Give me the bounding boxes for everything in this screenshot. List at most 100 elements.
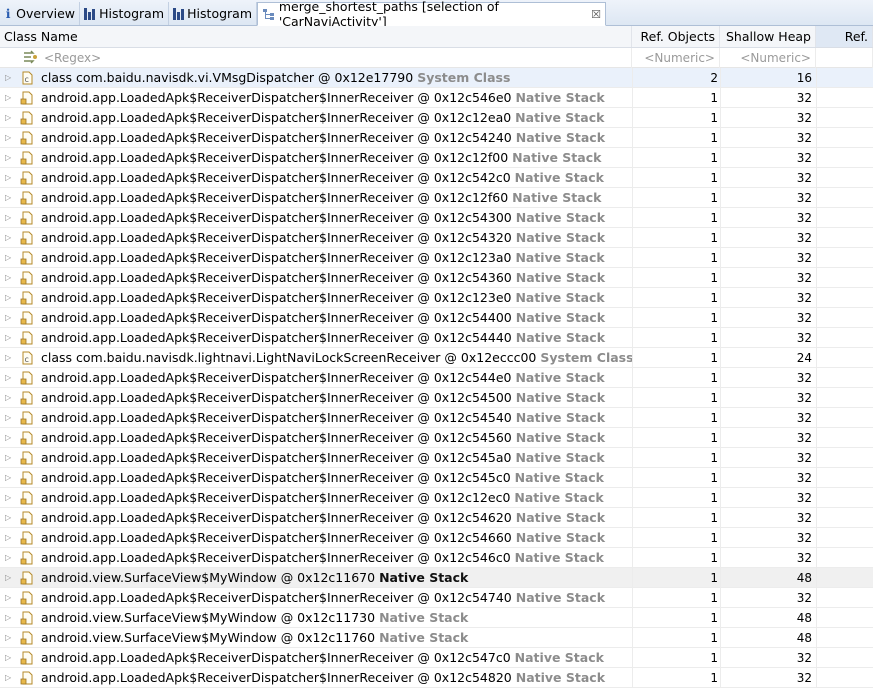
ref-objects-value: 1 bbox=[632, 408, 720, 427]
column-header-ref-shallow-heap[interactable]: Ref. bbox=[816, 26, 873, 47]
table-row[interactable]: ▷ android.app.LoadedApk$ReceiverDispatche… bbox=[0, 388, 873, 408]
column-header-class-name[interactable]: Class Name bbox=[0, 26, 632, 47]
table-row[interactable]: ▷ android.app.LoadedApk$ReceiverDispatche… bbox=[0, 488, 873, 508]
expand-arrow-icon[interactable]: ▷ bbox=[5, 328, 13, 348]
table-row[interactable]: ▷ android.app.LoadedApk$ReceiverDispatche… bbox=[0, 468, 873, 488]
object-name: android.app.LoadedApk$ReceiverDispatcher… bbox=[41, 328, 605, 348]
ref-objects-value: 1 bbox=[632, 368, 720, 387]
table-row[interactable]: ▷ android.app.LoadedApk$ReceiverDispatche… bbox=[0, 108, 873, 128]
table-row[interactable]: ▷ android.app.LoadedApk$ReceiverDispatche… bbox=[0, 328, 873, 348]
instance-object-icon bbox=[20, 291, 33, 305]
expand-arrow-icon[interactable]: ▷ bbox=[5, 228, 13, 248]
ref-shallow-filter-input[interactable] bbox=[816, 48, 873, 68]
instance-object-icon bbox=[20, 271, 33, 285]
table-row[interactable]: ▷ android.app.LoadedApk$ReceiverDispatche… bbox=[0, 548, 873, 568]
table-row[interactable]: ▷ android.app.LoadedApk$ReceiverDispatche… bbox=[0, 168, 873, 188]
table-row[interactable]: ▷ android.app.LoadedApk$ReceiverDispatche… bbox=[0, 588, 873, 608]
info-icon: i bbox=[5, 6, 11, 21]
expand-arrow-icon[interactable]: ▷ bbox=[5, 608, 13, 628]
expand-arrow-icon[interactable]: ▷ bbox=[5, 208, 13, 228]
expand-arrow-icon[interactable]: ▷ bbox=[5, 568, 13, 588]
ref-objects-value: 1 bbox=[632, 468, 720, 487]
expand-arrow-icon[interactable]: ▷ bbox=[5, 628, 13, 648]
expand-arrow-icon[interactable]: ▷ bbox=[5, 168, 13, 188]
ref-objects-filter-input[interactable]: <Numeric> bbox=[632, 48, 720, 68]
table-row[interactable]: ▷ android.app.LoadedApk$ReceiverDispatche… bbox=[0, 448, 873, 468]
expand-arrow-icon[interactable]: ▷ bbox=[5, 408, 13, 428]
expand-arrow-icon[interactable]: ▷ bbox=[5, 468, 13, 488]
close-tab-icon[interactable]: ☒ bbox=[591, 8, 601, 21]
expand-arrow-icon[interactable]: ▷ bbox=[5, 588, 13, 608]
column-header-ref-objects[interactable]: Ref. Objects bbox=[632, 26, 720, 47]
expand-arrow-icon[interactable]: ▷ bbox=[5, 88, 13, 108]
expand-arrow-icon[interactable]: ▷ bbox=[5, 668, 13, 688]
table-row[interactable]: ▷ android.app.LoadedApk$ReceiverDispatche… bbox=[0, 148, 873, 168]
shallow-heap-value: 32 bbox=[720, 268, 816, 287]
table-row[interactable]: ▷ android.app.LoadedApk$ReceiverDispatche… bbox=[0, 188, 873, 208]
tree-icon bbox=[262, 8, 275, 20]
column-header-shallow-heap[interactable]: Shallow Heap bbox=[720, 26, 816, 47]
expand-arrow-icon[interactable]: ▷ bbox=[5, 648, 13, 668]
table-row[interactable]: ▷ android.view.SurfaceView$MyWindow @ 0x1… bbox=[0, 608, 873, 628]
table-row[interactable]: ▷ android.app.LoadedApk$ReceiverDispatche… bbox=[0, 508, 873, 528]
tab-overview[interactable]: i Overview bbox=[0, 2, 80, 25]
object-name: android.app.LoadedApk$ReceiverDispatcher… bbox=[41, 468, 604, 488]
table-row[interactable]: ▷ android.app.LoadedApk$ReceiverDispatche… bbox=[0, 208, 873, 228]
object-label: class com.baidu.navisdk.lightnavi.LightN… bbox=[41, 350, 537, 365]
expand-arrow-icon[interactable]: ▷ bbox=[5, 528, 13, 548]
table-row[interactable]: ▷ android.app.LoadedApk$ReceiverDispatche… bbox=[0, 268, 873, 288]
object-name: class com.baidu.navisdk.vi.VMsgDispatche… bbox=[41, 68, 510, 88]
table-row[interactable]: ▷ android.app.LoadedApk$ReceiverDispatche… bbox=[0, 668, 873, 688]
table-row[interactable]: ▷ android.app.LoadedApk$ReceiverDispatche… bbox=[0, 408, 873, 428]
object-label: android.app.LoadedApk$ReceiverDispatcher… bbox=[41, 90, 512, 105]
table-row[interactable]: ▷ android.app.LoadedApk$ReceiverDispatche… bbox=[0, 128, 873, 148]
table-row[interactable]: ▷ android.app.LoadedApk$ReceiverDispatche… bbox=[0, 308, 873, 328]
regex-filter-input[interactable]: <Regex> bbox=[40, 48, 632, 68]
shallow-heap-value: 32 bbox=[720, 648, 816, 667]
expand-arrow-icon[interactable]: ▷ bbox=[5, 248, 13, 268]
expand-arrow-icon[interactable]: ▷ bbox=[5, 68, 13, 88]
expand-arrow-icon[interactable]: ▷ bbox=[5, 548, 13, 568]
expand-arrow-icon[interactable]: ▷ bbox=[5, 488, 13, 508]
gc-root-type: Native Stack bbox=[515, 670, 606, 685]
object-name: android.app.LoadedApk$ReceiverDispatcher… bbox=[41, 548, 604, 568]
gc-root-type: Native Stack bbox=[515, 90, 605, 105]
tab-histogram-1[interactable]: Histogram bbox=[80, 2, 169, 25]
table-row[interactable]: ▷ android.app.LoadedApk$ReceiverDispatche… bbox=[0, 428, 873, 448]
gc-root-type: Native Stack bbox=[514, 470, 604, 485]
object-name: android.app.LoadedApk$ReceiverDispatcher… bbox=[41, 428, 605, 448]
tab-merge-shortest-paths[interactable]: merge_shortest_paths [selection of 'CarN… bbox=[257, 0, 606, 29]
table-row[interactable]: ▷ android.app.LoadedApk$ReceiverDispatche… bbox=[0, 528, 873, 548]
expand-arrow-icon[interactable]: ▷ bbox=[5, 348, 13, 368]
expand-arrow-icon[interactable]: ▷ bbox=[5, 368, 13, 388]
ref-objects-value: 1 bbox=[632, 448, 720, 467]
expand-arrow-icon[interactable]: ▷ bbox=[5, 288, 13, 308]
table-row[interactable]: ▷ c class com.baidu.navisdk.lightnavi.Ligh… bbox=[0, 348, 873, 368]
expand-arrow-icon[interactable]: ▷ bbox=[5, 388, 13, 408]
shallow-heap-filter-input[interactable]: <Numeric> bbox=[720, 48, 816, 68]
tab-histogram-2[interactable]: Histogram bbox=[169, 2, 257, 25]
expand-arrow-icon[interactable]: ▷ bbox=[5, 268, 13, 288]
table-row[interactable]: ▷ android.app.LoadedApk$ReceiverDispatche… bbox=[0, 368, 873, 388]
table-row[interactable]: ▷ android.app.LoadedApk$ReceiverDispatche… bbox=[0, 648, 873, 668]
table-row[interactable]: ▷ android.app.LoadedApk$ReceiverDispatche… bbox=[0, 88, 873, 108]
expand-arrow-icon[interactable]: ▷ bbox=[5, 128, 13, 148]
table-row[interactable]: ▷ android.app.LoadedApk$ReceiverDispatche… bbox=[0, 228, 873, 248]
expand-arrow-icon[interactable]: ▷ bbox=[5, 508, 13, 528]
gc-root-type: Native Stack bbox=[379, 630, 469, 645]
expand-arrow-icon[interactable]: ▷ bbox=[5, 308, 13, 328]
shallow-heap-value: 32 bbox=[720, 168, 816, 187]
gc-root-type: Native Stack bbox=[515, 110, 605, 125]
table-row[interactable]: ▷ android.view.SurfaceView$MyWindow @ 0x1… bbox=[0, 568, 873, 588]
table-row[interactable]: ▷ c class com.baidu.navisdk.vi.VMsgDispatc… bbox=[0, 68, 873, 88]
expand-arrow-icon[interactable]: ▷ bbox=[5, 108, 13, 128]
table-row[interactable]: ▷ android.app.LoadedApk$ReceiverDispatche… bbox=[0, 248, 873, 268]
instance-object-icon bbox=[20, 171, 33, 185]
expand-arrow-icon[interactable]: ▷ bbox=[5, 188, 13, 208]
table-row[interactable]: ▷ android.view.SurfaceView$MyWindow @ 0x1… bbox=[0, 628, 873, 648]
table-row[interactable]: ▷ android.app.LoadedApk$ReceiverDispatche… bbox=[0, 288, 873, 308]
expand-arrow-icon[interactable]: ▷ bbox=[5, 428, 13, 448]
expand-arrow-icon[interactable]: ▷ bbox=[5, 148, 13, 168]
expand-arrow-icon[interactable]: ▷ bbox=[5, 448, 13, 468]
instance-object-icon bbox=[20, 511, 33, 525]
